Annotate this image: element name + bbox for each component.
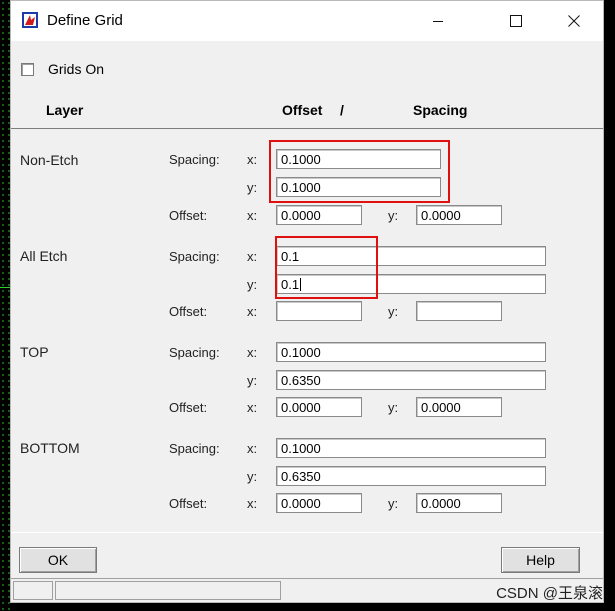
ok-button[interactable]: OK (19, 547, 97, 573)
background-grid-line (0, 287, 10, 288)
non-etch-spacing-y-field[interactable]: 0.1000 (276, 177, 441, 197)
define-grid-dialog: Define Grid Grids On Layer Offset / Spac… (10, 0, 604, 603)
spacing-label: Spacing: (169, 345, 220, 360)
x-label: x: (247, 249, 258, 264)
top-offset-x-field[interactable]: 0.0000 (276, 397, 362, 417)
layer-header: Layer (46, 102, 84, 118)
top-spacing-y-field[interactable]: 0.6350 (276, 370, 546, 390)
layers-panel: Non-Etch Spacing: x: 0.1000 y: 0.1000 Of… (11, 128, 603, 533)
offset-label: Offset: (169, 496, 208, 511)
y-label: y: (247, 277, 258, 292)
spacing-header: Spacing (413, 102, 468, 118)
status-cell (55, 581, 281, 600)
layer-name-top: TOP (20, 344, 49, 360)
all-etch-spacing-y-field[interactable]: 0.1 (276, 274, 546, 294)
background-grid-dots (0, 0, 10, 611)
minimize-icon (433, 21, 443, 22)
y-label: y: (247, 180, 258, 195)
spacing-label: Spacing: (169, 441, 220, 456)
x-label: x: (247, 400, 258, 415)
all-etch-spacing-y-value: 0.1 (281, 277, 300, 292)
x-label: x: (247, 496, 258, 511)
help-button[interactable]: Help (501, 547, 580, 573)
y-label: y: (388, 400, 399, 415)
offset-label: Offset: (169, 208, 208, 223)
y-label: y: (388, 208, 399, 223)
layer-name-bottom: BOTTOM (20, 440, 80, 456)
offset-header: Offset (282, 102, 323, 118)
bottom-spacing-x-field[interactable]: 0.1000 (276, 438, 546, 458)
minimize-button[interactable] (415, 1, 461, 41)
non-etch-offset-y-field[interactable]: 0.0000 (416, 205, 502, 225)
grids-on-checkbox[interactable] (21, 62, 34, 76)
title-bar: Define Grid (11, 1, 603, 41)
bottom-spacing-y-field[interactable]: 0.6350 (276, 466, 546, 486)
spacing-label: Spacing: (169, 152, 220, 167)
x-label: x: (247, 208, 258, 223)
close-button[interactable] (551, 1, 597, 41)
x-label: x: (247, 441, 258, 456)
status-cell (13, 581, 53, 600)
y-label: y: (247, 373, 258, 388)
y-label: y: (388, 304, 399, 319)
grids-on-label: Grids On (48, 61, 105, 77)
top-offset-y-field[interactable]: 0.0000 (416, 397, 502, 417)
header-slash: / (340, 102, 344, 118)
offset-label: Offset: (169, 400, 208, 415)
all-etch-offset-x-field[interactable] (276, 301, 362, 321)
non-etch-offset-x-field[interactable]: 0.0000 (276, 205, 362, 225)
x-label: x: (247, 152, 258, 167)
text-cursor (300, 278, 302, 291)
layer-name-all-etch: All Etch (20, 248, 68, 264)
non-etch-spacing-x-field[interactable]: 0.1000 (276, 149, 441, 169)
close-icon (568, 15, 580, 27)
bottom-offset-x-field[interactable]: 0.0000 (276, 493, 362, 513)
offset-label: Offset: (169, 304, 208, 319)
app-icon (22, 12, 38, 28)
bottom-offset-y-field[interactable]: 0.0000 (416, 493, 502, 513)
all-etch-offset-y-field[interactable] (416, 301, 502, 321)
x-label: x: (247, 345, 258, 360)
y-label: y: (388, 496, 399, 511)
top-spacing-x-field[interactable]: 0.1000 (276, 342, 546, 362)
watermark: CSDN @王泉滚 (496, 585, 603, 602)
spacing-label: Spacing: (169, 249, 220, 264)
maximize-button[interactable] (493, 1, 539, 41)
x-label: x: (247, 304, 258, 319)
all-etch-spacing-x-field[interactable]: 0.1 (276, 246, 546, 266)
grids-on-toggle[interactable]: Grids On (21, 61, 104, 77)
layer-name-non-etch: Non-Etch (20, 152, 79, 168)
window-title: Define Grid (47, 12, 123, 29)
y-label: y: (247, 469, 258, 484)
maximize-icon (510, 15, 522, 27)
